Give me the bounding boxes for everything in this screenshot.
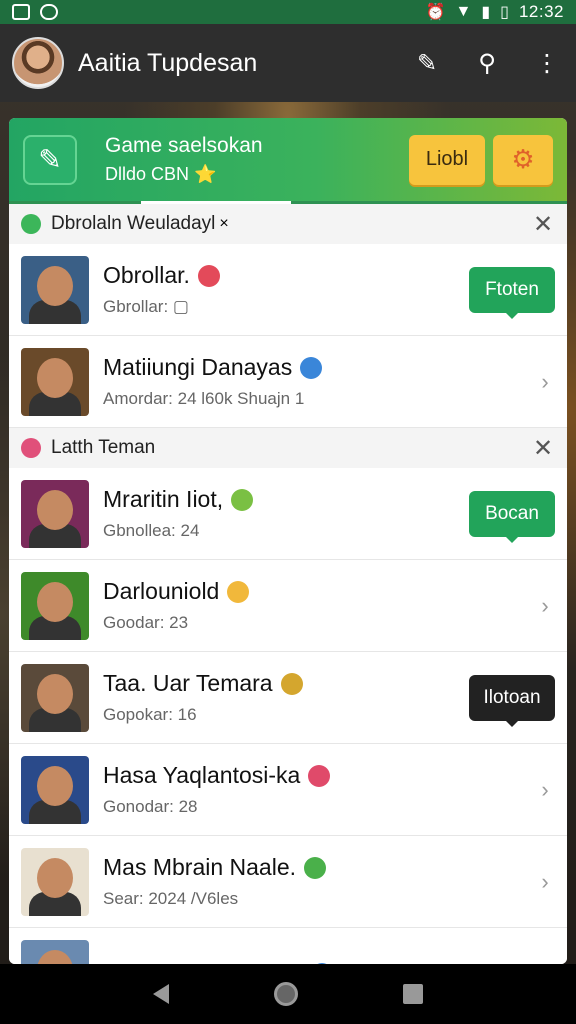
emoji-icon [280, 672, 303, 695]
wifi-icon: ▼ [455, 3, 472, 20]
search-icon[interactable]: ⚲ [470, 49, 504, 78]
item-title: Matiiungi Danayas [103, 354, 293, 380]
avatar [21, 479, 89, 548]
banner-subtitle: Dlldo CBN ⭐ [105, 164, 217, 184]
list-item[interactable]: Matiiungi Danayas Amordar: 24 l60k Shuajn… [9, 336, 567, 428]
item-subtitle: Goodar: 23 [103, 613, 189, 632]
section-title-suffix: × [219, 215, 229, 232]
banner-title: Game saelsokan [105, 134, 263, 157]
page-title: Aaitia Tupdesan [78, 48, 258, 77]
status-bar: ⏰ ▼ ▮ ▯ 12:32 [0, 0, 576, 24]
avatar [21, 939, 89, 964]
chevron-right-icon[interactable]: › [535, 869, 555, 895]
emoji-icon [300, 356, 323, 379]
app-bar: Aaitia Tupdesan ✎ ⚲ ⋮ [0, 24, 576, 102]
tab-indicator [141, 201, 291, 204]
avatar-face [37, 673, 73, 714]
invite-button-label: Bocan [485, 502, 539, 524]
avatar-face [37, 489, 73, 530]
chevron-right-icon[interactable]: › [535, 369, 555, 395]
home-icon[interactable] [273, 982, 298, 1006]
avatar [21, 847, 89, 916]
invite-button[interactable]: Ftoten [469, 266, 555, 319]
chevron-right-icon[interactable]: › [535, 593, 555, 619]
navigation-bar [0, 964, 576, 1024]
signal-icon: ▮ [481, 4, 491, 21]
item-title: Hasa Yaqlantosi-ka [103, 762, 301, 788]
item-subtitle: Gopokar: 16 [103, 705, 197, 724]
avatar [21, 571, 89, 640]
tooltip-tail [506, 312, 518, 319]
item-title: Taa. Uar Temara [103, 670, 273, 696]
item-title: Obrollar. [103, 262, 190, 288]
invite-button-label: Ilotoan [483, 686, 541, 708]
section-badge-icon [21, 214, 41, 234]
avatar-face [37, 857, 73, 898]
list-item[interactable]: Mas Mbrain Naale. Sear: 2024 /V6les › [9, 836, 567, 928]
invite-button[interactable]: Bocan [469, 490, 555, 543]
list-item[interactable]: Taa. Uar Temara Gopokar: 16 Ilotoan [9, 652, 567, 744]
section-title: Latth Teman [51, 437, 156, 458]
avatar-face [37, 265, 73, 306]
chevron-right-icon[interactable]: › [535, 777, 555, 803]
avatar[interactable] [12, 37, 64, 89]
avatar-face [37, 765, 73, 806]
list-item[interactable]: Obrollar. Gbrollar: ▢ Ftoten [9, 244, 567, 336]
emoji-icon [308, 764, 331, 787]
section-title: Dbrolaln Weuladayl [51, 213, 216, 234]
invite-button[interactable]: Ilotoan [469, 674, 555, 727]
item-title: Mas Mbrain Naale. [103, 854, 297, 880]
list-item[interactable]: Hasa Yaqlantosi-ka Gonodar: 28 › [9, 744, 567, 836]
item-subtitle: Gbrollar: ▢ [103, 297, 189, 316]
close-icon[interactable]: ✕ [531, 434, 555, 463]
back-icon[interactable] [152, 984, 169, 1004]
section-badge-icon [21, 438, 41, 458]
item-title: Mraritin Iiot, [103, 486, 224, 512]
more-icon[interactable]: ⋮ [530, 49, 564, 78]
emoji-icon [197, 264, 220, 287]
list-item[interactable]: Mraritin Iiot, Gbnollea: 24 Bocan [9, 468, 567, 560]
item-subtitle: Amordar: 24 l60k Shuajn 1 [103, 389, 305, 408]
pencil-icon[interactable]: ✎ [23, 134, 77, 185]
game-banner: ✎ Game saelsokan Dlldo CBN ⭐ Liobl ⚙ [9, 118, 567, 204]
avatar [21, 663, 89, 732]
tooltip-tail [506, 720, 518, 727]
list-item[interactable]: Darlouniold Goodar: 23 › [9, 560, 567, 652]
tooltip-tail [506, 536, 518, 543]
compose-icon[interactable]: ✎ [410, 49, 444, 78]
avatar [21, 255, 89, 324]
avatar [21, 755, 89, 824]
recents-icon[interactable] [403, 984, 424, 1004]
section-header: Latth Teman ✕ [9, 428, 567, 468]
notification-icon [12, 4, 30, 20]
emoji-icon [304, 856, 327, 879]
avatar-face [37, 949, 73, 964]
item-subtitle: Gbnollea: 24 [103, 521, 200, 540]
emoji-icon [227, 580, 250, 603]
item-subtitle: Gonodar: 28 [103, 797, 198, 816]
close-icon[interactable]: ✕ [531, 210, 555, 239]
avatar [21, 347, 89, 416]
friends-sheet: ✎ Game saelsokan Dlldo CBN ⭐ Liobl ⚙ Dbr… [9, 118, 567, 964]
item-title: Darlouniold [103, 578, 220, 604]
search-icon[interactable]: ⚙ [493, 134, 553, 185]
clock: 12:32 [518, 2, 564, 21]
avatar-face [37, 357, 73, 398]
section-header: Dbrolaln Weuladayl × ✕ [9, 204, 567, 244]
alarm-icon: ⏰ [425, 4, 446, 21]
emoji-icon [231, 488, 254, 511]
battery-icon: ▯ [500, 4, 509, 21]
list-item[interactable]: IDeiah haad Taanar› [9, 928, 567, 964]
game-icon [40, 4, 58, 20]
item-subtitle: Sear: 2024 /V6les [103, 889, 239, 908]
invite-button-label: Ftoten [485, 278, 539, 300]
banner-action-button[interactable]: Liobl [409, 134, 485, 185]
avatar-face [37, 581, 73, 622]
